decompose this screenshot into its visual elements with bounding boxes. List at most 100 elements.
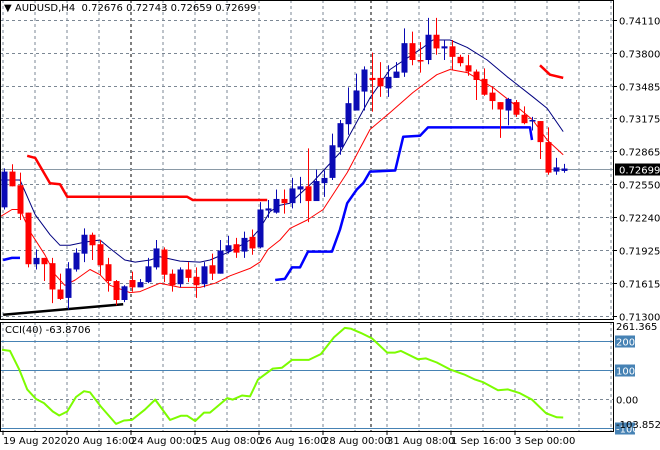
candle-body — [345, 103, 352, 125]
dropdown-triangle-icon[interactable]: ▼ — [4, 3, 12, 14]
price-tick-label: 0.73485 — [619, 83, 660, 94]
candle-body — [73, 252, 80, 270]
candle-body — [137, 282, 144, 288]
candle-body — [401, 43, 408, 73]
candle-body — [233, 244, 240, 253]
candle-body — [473, 71, 480, 80]
candle-bearish — [521, 106, 528, 125]
candle-bullish — [441, 40, 448, 60]
chart-canvas[interactable]: 0.74110 0.73800 0.73485 0.73175 0.72865 0.725… — [0, 0, 660, 450]
candle-bullish — [505, 97, 512, 126]
candle-bearish — [497, 102, 504, 138]
candle-body — [521, 114, 528, 124]
candle-bullish — [177, 267, 184, 288]
price-tick-label: 0.73175 — [619, 115, 660, 126]
candle-body — [385, 76, 392, 89]
time-tick-label: 3 Sep 00:00 — [515, 436, 575, 447]
time-tick-label: 28 Aug 00:00 — [323, 436, 390, 447]
price-tick-label: 0.73800 — [619, 50, 660, 61]
candle-body — [537, 121, 544, 143]
cci-name: CCI(40) — [5, 325, 43, 336]
symbol-label: AUDUSD,H4 — [14, 3, 76, 14]
candle-bullish — [257, 202, 264, 249]
time-tick-label: 25 Aug 08:00 — [195, 436, 262, 447]
candle-body — [433, 34, 440, 49]
candle-bullish — [289, 177, 296, 209]
candle-bullish — [385, 65, 392, 97]
support-line — [275, 126, 534, 282]
cci-level-label: 200 — [616, 338, 635, 349]
candle-body — [545, 142, 552, 173]
candle-bullish — [265, 200, 272, 218]
support-line — [2, 256, 20, 262]
candle-bearish — [281, 189, 288, 214]
resistance-line — [539, 64, 564, 80]
candle-bearish — [473, 69, 480, 100]
candle-bearish — [537, 121, 544, 159]
low-value: 0.72659 — [170, 3, 212, 14]
candle-bullish — [329, 133, 336, 180]
candle-bullish — [121, 285, 128, 303]
trend-line — [3, 302, 124, 316]
candle-bearish — [97, 240, 104, 275]
candle-body — [49, 263, 56, 290]
candle-bearish — [233, 237, 240, 258]
candle-bearish — [25, 212, 32, 268]
candle-body — [265, 208, 272, 211]
cci-panel — [0, 326, 613, 429]
candle-body — [321, 177, 328, 184]
candle-body — [409, 43, 416, 60]
time-tick-label: 1 Sep 16:00 — [451, 436, 511, 447]
chart-header: ▼ AUDUSD,H4 0.72676 0.72743 0.72659 0.72… — [4, 3, 257, 14]
price-tick-label: 0.72550 — [619, 181, 660, 192]
candle-body — [241, 237, 248, 252]
candle-bullish — [33, 249, 40, 270]
time-tick-label: 20 Aug 16:00 — [67, 436, 134, 447]
cci-line — [1, 326, 564, 425]
candle-bullish — [273, 189, 280, 214]
cci-title: CCI(40) -63.8706 — [5, 325, 91, 336]
candle-body — [305, 186, 312, 202]
current-price-label: 0.72699 — [619, 166, 660, 177]
candle-bullish — [137, 278, 144, 288]
cci-level-label: 100 — [616, 367, 635, 378]
candle-bearish — [161, 247, 168, 283]
candle-bearish — [449, 40, 456, 70]
price-tick-label: 0.71925 — [619, 247, 660, 258]
candle-body — [225, 245, 232, 252]
candle-bullish — [561, 163, 568, 173]
candle-body — [417, 60, 424, 62]
cci-axis-label-min: -103.8524 — [616, 420, 660, 431]
resistance-line — [26, 154, 268, 202]
candle-body — [41, 257, 48, 265]
close-value: 0.72699 — [215, 3, 257, 14]
candle-body — [481, 78, 488, 95]
candle-body — [465, 65, 472, 72]
cci-value: -63.8706 — [45, 325, 91, 336]
price-tick-label: 0.72240 — [619, 214, 660, 225]
time-tick-label: 24 Aug 00:00 — [131, 436, 198, 447]
candle-bullish — [65, 262, 72, 310]
cci-panel-border — [0, 322, 614, 432]
candle-body — [105, 264, 112, 282]
candle-body — [457, 56, 464, 64]
candle-bullish — [1, 168, 8, 210]
candle-bullish — [81, 228, 88, 263]
candle-bullish — [393, 62, 400, 78]
candle-body — [273, 198, 280, 213]
candle-bullish — [225, 235, 232, 254]
candle-bearish — [89, 232, 96, 260]
candle-bullish — [241, 231, 248, 258]
candle-body — [81, 234, 88, 254]
candle-bullish — [345, 87, 352, 135]
candle-body — [297, 186, 304, 190]
candle-bullish — [321, 170, 328, 197]
price-tick-label: 0.71615 — [619, 280, 660, 291]
time-tick-label: 26 Aug 16:00 — [259, 436, 326, 447]
candle-body — [17, 185, 24, 214]
price-tick-label: 0.72865 — [619, 148, 660, 159]
candle-bullish — [337, 120, 344, 155]
candle-body — [513, 102, 520, 115]
candle-bullish — [201, 262, 208, 288]
candle-bullish — [313, 169, 320, 202]
